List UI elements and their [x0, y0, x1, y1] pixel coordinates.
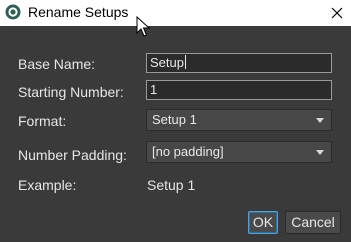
chevron-down-icon: [316, 118, 324, 123]
rename-setups-dialog: Rename Setups Base Name: Setup Starting …: [0, 0, 351, 242]
format-label: Format:: [18, 113, 67, 129]
format-selected-value: Setup 1: [152, 112, 197, 127]
app-logo-icon: [5, 4, 21, 20]
format-dropdown[interactable]: Setup 1: [146, 109, 332, 131]
starting-number-input[interactable]: 1: [146, 80, 332, 100]
text-caret: [184, 55, 186, 69]
base-name-value: Setup: [150, 55, 184, 70]
cancel-button[interactable]: Cancel: [285, 211, 341, 234]
starting-number-label: Starting Number:: [18, 84, 124, 100]
close-button[interactable]: [323, 0, 351, 26]
ok-button[interactable]: OK: [248, 211, 278, 234]
chevron-down-icon: [316, 150, 324, 155]
starting-number-value: 1: [150, 82, 158, 97]
example-label: Example:: [18, 177, 77, 193]
window-title: Rename Setups: [28, 4, 129, 20]
base-name-label: Base Name:: [18, 56, 96, 72]
number-padding-dropdown[interactable]: [no padding]: [146, 141, 332, 163]
base-name-input[interactable]: Setup: [146, 53, 332, 73]
example-preview-value: Setup 1: [147, 177, 196, 193]
title-bar: Rename Setups: [0, 0, 351, 26]
number-padding-selected-value: [no padding]: [152, 144, 224, 159]
close-icon: [331, 7, 343, 19]
number-padding-label: Number Padding:: [18, 147, 127, 163]
